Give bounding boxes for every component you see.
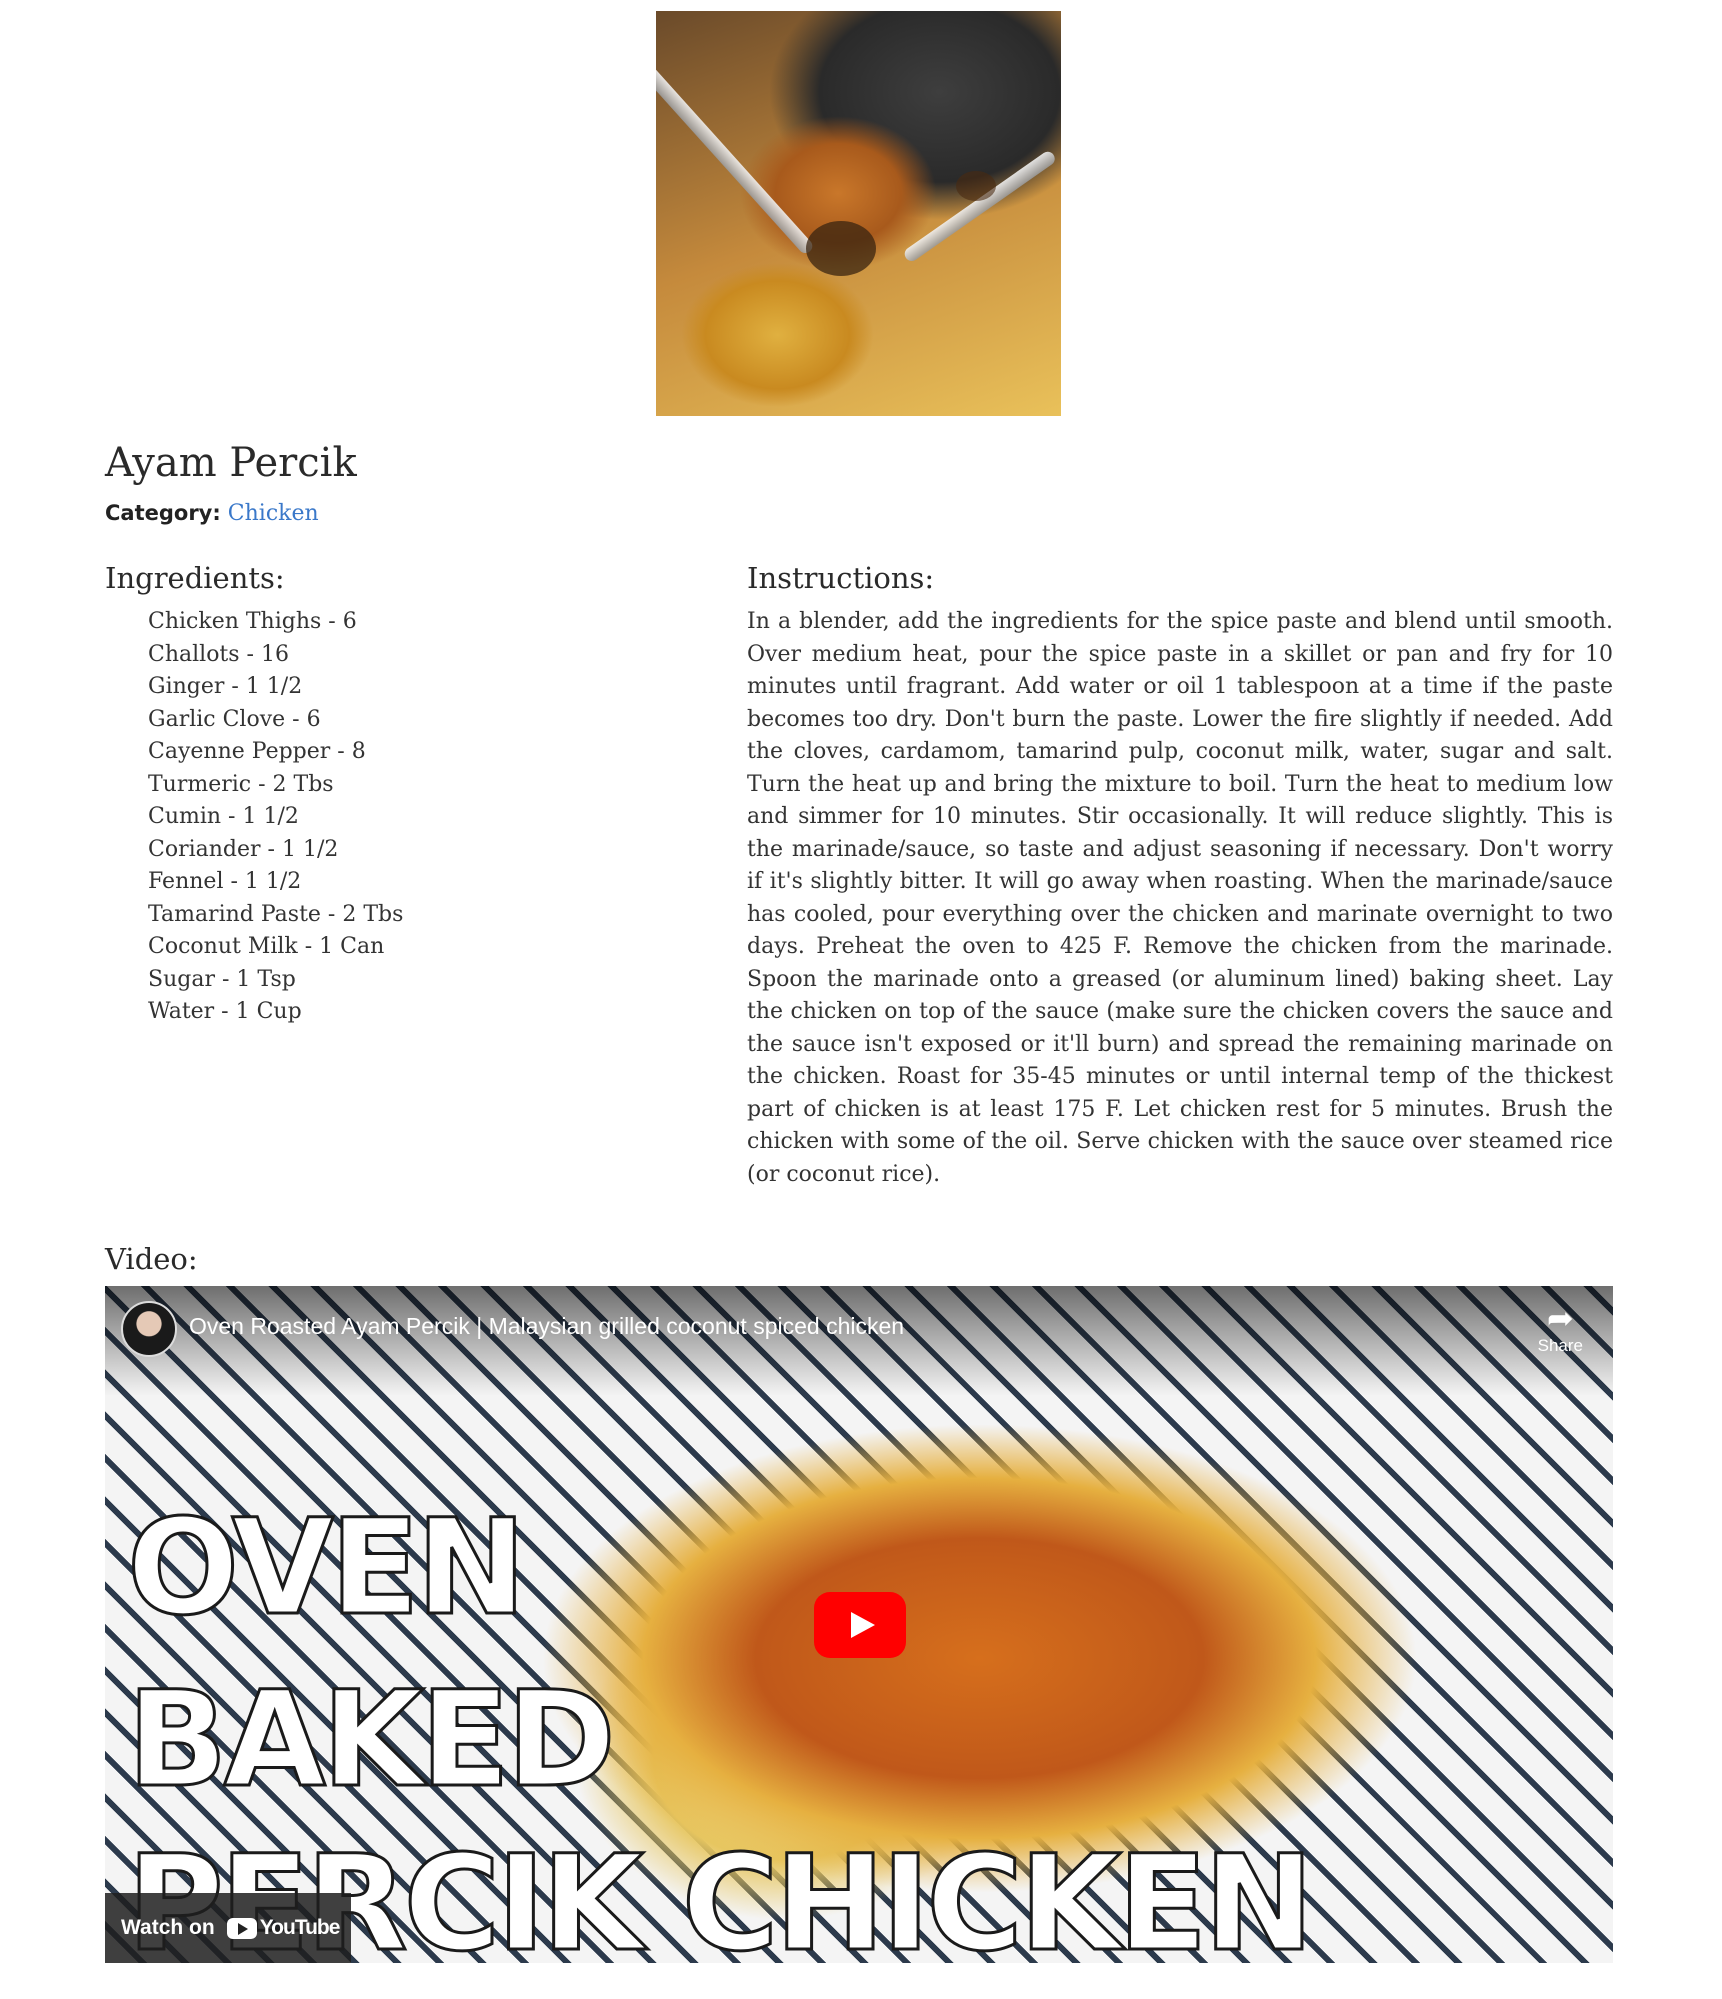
share-icon: ➦ [1546,1300,1574,1336]
ingredient-item: Fennel - 1 1/2 [148,869,302,894]
youtube-label: YouTube [259,1916,341,1939]
ingredient-item: Tamarind Paste - 2 Tbs [148,901,404,927]
instructions-text: In a blender, add the ingredients for th… [747,609,1613,1187]
char-mark [956,171,996,201]
channel-avatar[interactable] [121,1301,177,1357]
share-label: Share [1537,1336,1583,1355]
thumbnail-text-line: OVEN [125,1491,527,1645]
ingredient-item: Challots - 16 [148,641,289,667]
char-mark [806,221,876,276]
thumbnail-text-line: BAKED [126,1663,618,1817]
video-heading: Video: [105,1242,198,1276]
video-top-shade [105,1286,1613,1396]
ingredient-item: Cayenne Pepper - 8 [148,739,366,764]
ingredient-item: Ginger - 1 1/2 [148,674,303,699]
ingredient-item: Cumin - 1 1/2 [148,804,299,829]
ingredient-item: Sugar - 1 Tsp [148,966,296,992]
video-player[interactable]: Oven Roasted Ayam Percik | Malaysian gri… [105,1286,1613,1963]
recipe-title: Ayam Percik [105,440,357,486]
recipe-photo [656,11,1061,416]
youtube-logo: YouTube [226,1916,341,1940]
ingredient-item: Chicken Thighs - 6 [148,609,357,634]
fork-shape [656,53,816,256]
ingredient-item: Water - 1 Cup [148,999,302,1024]
video-title[interactable]: Oven Roasted Ayam Percik | Malaysian gri… [189,1313,904,1340]
watch-on-label: Watch on [121,1916,215,1939]
play-button[interactable] [814,1592,906,1658]
ingredient-item: Turmeric - 2 Tbs [148,771,334,797]
recipe-category: Category: Chicken [105,501,319,526]
ingredients-list: Chicken Thighs - 6 Challots - 16 Ginger … [148,606,403,1029]
instructions-heading: Instructions: [747,561,935,595]
share-button[interactable]: ➦ Share [1538,1300,1583,1356]
category-link[interactable]: Chicken [228,501,319,526]
ingredient-item: Coconut Milk - 1 Can [148,934,385,959]
watch-on-youtube-button[interactable]: Watch on YouTube [105,1893,351,1963]
ingredient-item: Garlic Clove - 6 [148,706,321,732]
youtube-play-icon [226,1917,257,1939]
ingredients-heading: Ingredients: [105,561,285,595]
fork-tines-shape [901,149,1058,264]
category-label: Category: [105,501,221,525]
ingredient-item: Coriander - 1 1/2 [148,836,339,862]
